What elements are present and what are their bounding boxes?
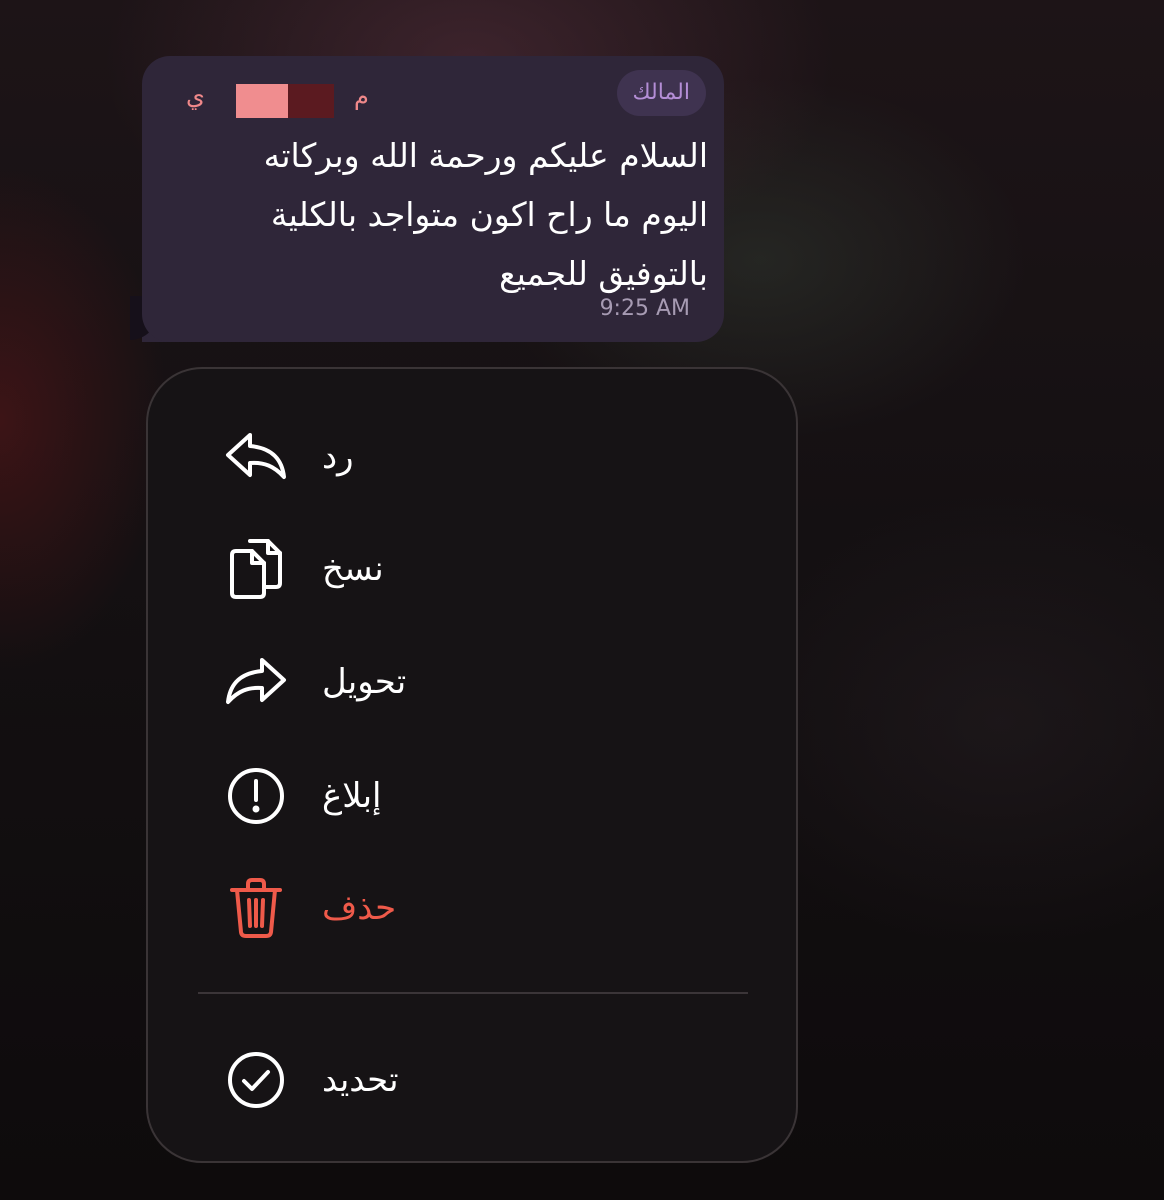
menu-item-select[interactable]: تحديد <box>188 1035 758 1125</box>
menu-item-reply[interactable]: رد <box>188 412 758 502</box>
menu-item-label: إبلاغ <box>322 776 382 816</box>
message-line: بالتوفيق للجميع <box>499 254 708 293</box>
report-icon <box>222 762 290 830</box>
menu-item-report[interactable]: إبلاغ <box>188 751 758 841</box>
redaction-block <box>236 84 288 118</box>
owner-badge: المالك <box>616 70 706 116</box>
menu-item-label: حذف <box>322 888 397 928</box>
menu-item-label: رد <box>322 437 354 477</box>
sender-name[interactable]: ي م <box>186 82 386 118</box>
message-bubble[interactable]: المالك ي م السلام عليكم ورحمة الله وبركا… <box>130 56 726 344</box>
menu-item-forward[interactable]: تحويل <box>188 637 758 727</box>
menu-item-copy[interactable]: نسخ <box>188 524 758 614</box>
menu-item-label: نسخ <box>322 549 384 589</box>
message-text: السلام عليكم ورحمة الله وبركاته اليوم ما… <box>178 126 708 303</box>
menu-item-label: تحديد <box>322 1060 399 1100</box>
message-timestamp: 9:25 AM <box>599 296 690 321</box>
forward-icon <box>222 648 290 716</box>
menu-item-delete[interactable]: حذف <box>188 863 758 953</box>
message-line: اليوم ما راح اكون متواجد بالكلية <box>270 195 708 234</box>
sender-name-start: م <box>354 82 369 110</box>
chat-screen: المالك ي م السلام عليكم ورحمة الله وبركا… <box>0 0 1164 1200</box>
trash-icon <box>222 874 290 942</box>
sender-name-end: ي <box>186 82 205 110</box>
checkmark-circle-icon <box>222 1046 290 1114</box>
menu-item-label: تحويل <box>322 662 407 702</box>
reply-icon <box>222 423 290 491</box>
copy-icon <box>222 535 290 603</box>
menu-divider <box>198 992 748 994</box>
context-menu: رد نسخ تحويل إبلاغ حذف تحديد <box>146 367 798 1163</box>
redaction-block <box>288 84 334 118</box>
message-bubble-body: المالك ي م السلام عليكم ورحمة الله وبركا… <box>142 56 724 342</box>
message-line: السلام عليكم ورحمة الله وبركاته <box>263 136 708 175</box>
